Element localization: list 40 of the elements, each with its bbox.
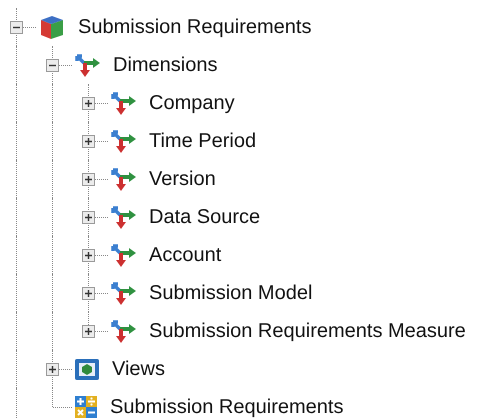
tree-item[interactable]: Dimensions	[113, 54, 218, 76]
expand-button[interactable]	[82, 287, 95, 300]
tree-item[interactable]: Views	[112, 358, 165, 380]
expand-button[interactable]	[82, 135, 95, 148]
tree-item[interactable]: Version	[149, 168, 216, 190]
window-icon	[74, 357, 100, 381]
cube-icon	[38, 13, 66, 41]
expand-button[interactable]	[82, 173, 95, 186]
axes-icon	[110, 280, 137, 306]
axes-icon	[74, 52, 101, 78]
expand-button[interactable]	[82, 211, 95, 224]
plus-icon	[48, 365, 57, 374]
tree-item[interactable]: Submission Requirements	[110, 396, 344, 418]
plus-icon	[84, 175, 93, 184]
expand-button[interactable]	[82, 97, 95, 110]
axes-icon	[110, 90, 137, 116]
axes-icon	[110, 128, 137, 154]
collapse-button[interactable]	[46, 59, 59, 72]
plus-icon	[84, 327, 93, 336]
axes-icon	[110, 204, 137, 230]
axes-icon	[110, 166, 137, 192]
tree-item[interactable]: Account	[149, 244, 222, 266]
axes-icon	[110, 242, 137, 268]
tree-item[interactable]: Data Source	[149, 206, 260, 228]
tree-item[interactable]: Submission Model	[149, 282, 312, 304]
collapse-button[interactable]	[10, 21, 23, 34]
plus-icon	[84, 289, 93, 298]
tree-item[interactable]: Time Period	[149, 130, 256, 152]
tree-item[interactable]: Submission Requirements Measure	[149, 320, 466, 342]
expand-button[interactable]	[82, 325, 95, 338]
tree-item[interactable]: Submission Requirements	[78, 16, 312, 38]
tree-item[interactable]: Company	[149, 92, 235, 114]
plus-icon	[84, 99, 93, 108]
calculator-icon	[74, 395, 98, 419]
expand-button[interactable]	[82, 249, 95, 262]
plus-icon	[84, 251, 93, 260]
axes-icon	[110, 318, 137, 344]
plus-icon	[84, 137, 93, 146]
plus-icon	[84, 213, 93, 222]
expand-button[interactable]	[46, 363, 59, 376]
